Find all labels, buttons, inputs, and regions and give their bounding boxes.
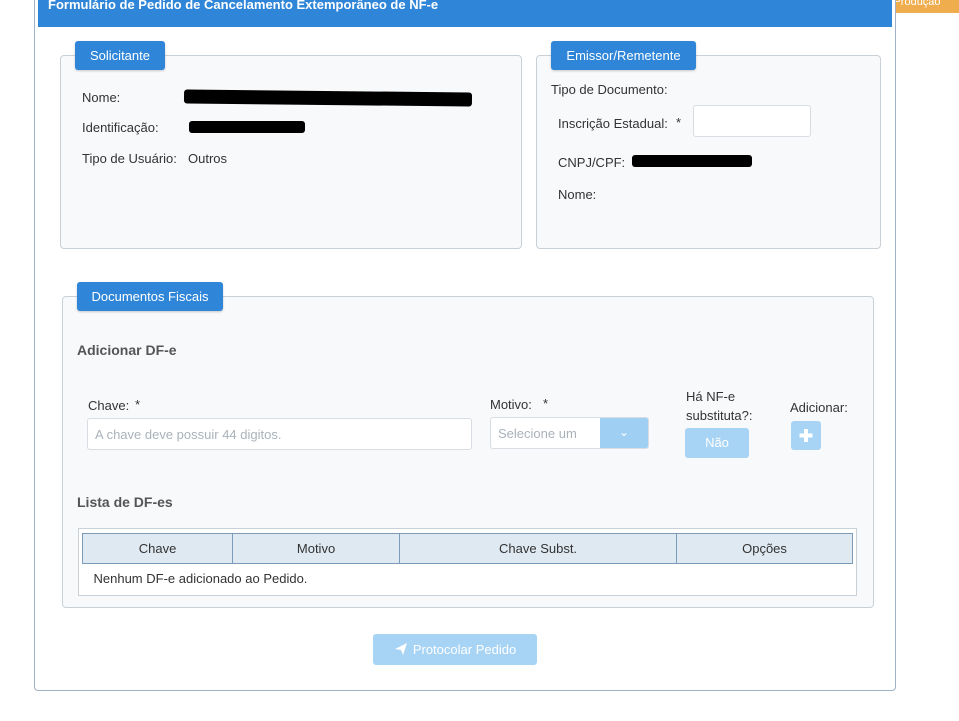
adicionar-dfe-title: Adicionar DF-e (77, 342, 177, 358)
column-header-opcoes[interactable]: Opções (676, 533, 853, 564)
tipo-usuario-label: Tipo de Usuário: (82, 151, 177, 166)
table-row: Nenhum DF-e adicionado ao Pedido. (83, 564, 853, 593)
chevron-down-icon[interactable]: ⌄ (600, 418, 648, 448)
documentos-legend: Documentos Fiscais (77, 282, 223, 311)
table-header-row: Chave Motivo Chave Subst. Opções (81, 533, 853, 564)
chave-label: Chave: (88, 398, 130, 413)
lista-dfe-title: Lista de DF-es (77, 494, 173, 510)
chave-required-mark: * (135, 397, 141, 412)
motivo-label: Motivo: (490, 397, 532, 412)
identificacao-redacted (189, 121, 305, 133)
substituta-label-line2: substituta?: (686, 408, 753, 423)
substituta-label-line1: Há NF-e (686, 389, 736, 404)
column-header-chave-subst[interactable]: Chave Subst. (399, 533, 678, 564)
nome-label: Nome: (82, 90, 121, 105)
inscricao-label: Inscrição Estadual: (558, 116, 668, 131)
dfe-table: Chave Motivo Chave Subst. Opções Nenhum … (81, 533, 853, 593)
motivo-required-mark: * (543, 396, 549, 411)
emissor-nome-label: Nome: (558, 187, 597, 202)
plus-icon (799, 429, 813, 442)
substituta-toggle-button[interactable]: Não (685, 428, 749, 458)
inscricao-estadual-input[interactable] (693, 105, 811, 137)
cnpj-label: CNPJ/CPF: (558, 155, 626, 170)
inscricao-required-mark: * (676, 115, 682, 130)
column-header-chave[interactable]: Chave (81, 533, 234, 564)
chave-input[interactable] (87, 418, 472, 450)
cnpj-redacted (632, 155, 752, 167)
tipo-documento-label: Tipo de Documento: (551, 82, 668, 97)
nome-redacted (183, 89, 473, 107)
paper-plane-icon (394, 643, 407, 655)
solicitante-legend: Solicitante (75, 41, 165, 70)
column-header-motivo[interactable]: Motivo (232, 533, 401, 564)
protocolar-pedido-button[interactable]: Protocolar Pedido (373, 634, 537, 665)
identificacao-label: Identificação: (82, 120, 159, 135)
add-dfe-button[interactable] (791, 421, 821, 450)
protocolar-pedido-label: Protocolar Pedido (412, 642, 517, 657)
page-title: Formulário de Pedido de Cancelamento Ext… (38, 0, 892, 27)
emissor-legend: Emissor/Remetente (551, 41, 696, 70)
tipo-usuario-value: Outros (188, 151, 228, 166)
motivo-selected-value: Selecione um (498, 426, 577, 441)
empty-table-message: Nenhum DF-e adicionado ao Pedido. (93, 570, 308, 586)
adicionar-label: Adicionar: (790, 400, 848, 415)
motivo-select[interactable]: Selecione um ⌄ (490, 417, 649, 449)
